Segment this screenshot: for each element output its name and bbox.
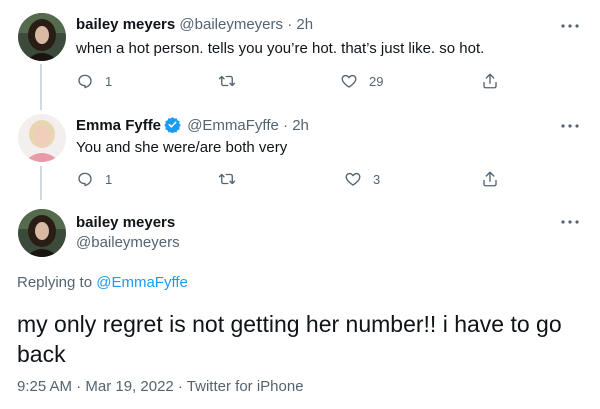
more-icon[interactable] (560, 212, 580, 232)
replying-to: Replying to @EmmaFyffe (17, 274, 188, 291)
tweet-meta[interactable]: 9:25 AM · Mar 19, 2022 · Twitter for iPh… (17, 378, 304, 395)
author-handle[interactable]: @baileymeyers (76, 234, 180, 251)
focal-tweet: bailey meyers @baileymeyers Replying to … (0, 0, 600, 409)
focal-tweet-text: my only regret is not getting her number… (17, 311, 562, 367)
author-name[interactable]: bailey meyers (76, 214, 175, 231)
replying-to-link[interactable]: @EmmaFyffe (96, 274, 188, 291)
replying-prefix: Replying to (17, 274, 93, 291)
avatar-bailey[interactable] (18, 209, 66, 257)
